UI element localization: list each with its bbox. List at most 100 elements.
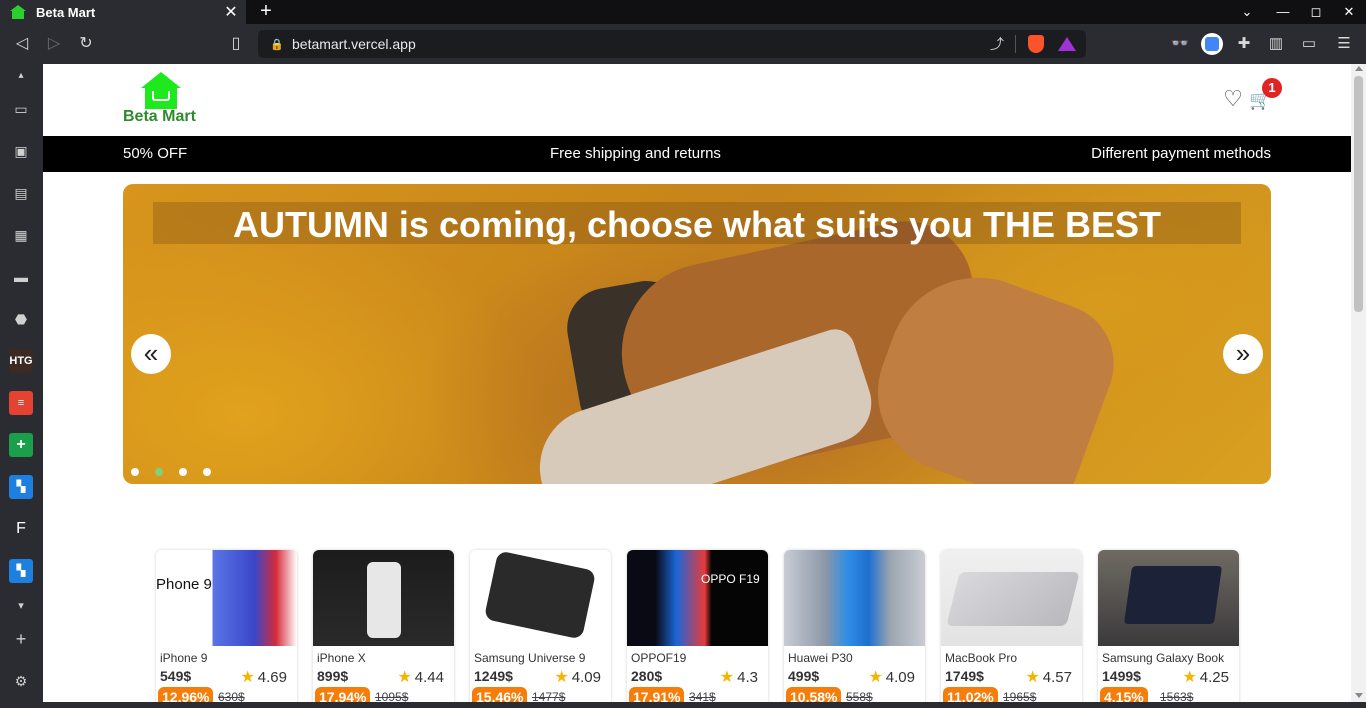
discount-badge: 15.46% xyxy=(472,687,528,702)
site-logo[interactable]: Beta Mart xyxy=(123,72,203,128)
product-image[interactable] xyxy=(470,550,611,646)
incognito-glasses-icon[interactable]: 👓 xyxy=(1169,33,1191,55)
logo-house-cart-icon xyxy=(141,72,181,110)
share-icon[interactable]: ⤴ xyxy=(985,34,1009,54)
minimize-button[interactable]: — xyxy=(1271,0,1295,24)
rating-value: 4.09 xyxy=(571,669,601,686)
sidebar-todoist-icon[interactable]: ≡ xyxy=(9,391,33,415)
scrollbar-thumb[interactable] xyxy=(1354,76,1363,312)
sidebar-video-icon[interactable]: ▭ xyxy=(9,97,33,121)
sidebar-scroll-up-icon[interactable]: ▴ xyxy=(9,64,33,88)
brave-shields-icon[interactable] xyxy=(1028,35,1044,53)
discount-badge: 11.02% xyxy=(943,687,998,702)
carousel-next-button[interactable]: » xyxy=(1223,334,1263,374)
old-price: 630$ xyxy=(218,690,245,702)
sidebar-bookmarks-icon[interactable]: ▤ xyxy=(9,181,33,205)
product-image[interactable] xyxy=(1098,550,1239,646)
rating-value: 4.09 xyxy=(885,669,915,686)
product-price: 280$ xyxy=(631,668,663,684)
product-card[interactable]: OPPO F19 OPPOF19 280$ ★ 4.3 17.91% 341$ xyxy=(627,550,768,702)
product-name[interactable]: iPhone X xyxy=(317,651,366,665)
forward-icon[interactable]: ▷ xyxy=(42,32,66,56)
star-icon: ★ xyxy=(1025,669,1040,686)
old-price: 1965$ xyxy=(1003,690,1037,702)
product-rating: ★ 4.3 xyxy=(720,667,758,687)
star-icon: ★ xyxy=(868,669,883,686)
translate-extension-icon[interactable] xyxy=(1201,33,1223,55)
close-window-button[interactable]: ✕ xyxy=(1337,0,1361,24)
url-text[interactable]: betamart.vercel.app xyxy=(292,36,985,52)
sidebar-htg-icon[interactable]: HTG xyxy=(9,349,33,373)
star-icon: ★ xyxy=(554,669,569,686)
rating-value: 4.69 xyxy=(257,669,287,686)
product-name[interactable]: OPPOF19 xyxy=(631,651,686,665)
sidebar-f-icon[interactable]: F xyxy=(9,517,33,541)
discount-badge: 10.58% xyxy=(786,687,842,702)
product-name[interactable]: Huawei P30 xyxy=(788,651,853,665)
sidebar-sheets-icon[interactable]: + xyxy=(9,433,33,457)
star-icon: ★ xyxy=(397,669,412,686)
product-card[interactable]: Samsung Universe 9 1249$ ★ 4.09 15.46% 14… xyxy=(470,550,611,702)
browser-toolbar: ◁ ▷ ↻ ▯ 🔒 betamart.vercel.app ⤴ 👓 ✚ ▥ ▭ … xyxy=(0,24,1366,64)
product-card[interactable]: Samsung Galaxy Book 1499$ ★ 4.25 4.15% 15… xyxy=(1098,550,1239,702)
maximize-button[interactable]: ◻ xyxy=(1304,0,1328,24)
sidebar-reading-list-icon[interactable]: ▦ xyxy=(9,223,33,247)
product-image[interactable]: OPPO F19 xyxy=(627,550,768,646)
sidebar-app-1-icon[interactable]: ▬ xyxy=(9,265,33,289)
carousel-prev-button[interactable]: « xyxy=(131,334,171,374)
brave-rewards-icon[interactable] xyxy=(1058,37,1076,51)
product-card[interactable]: MacBook Pro 1749$ ★ 4.57 11.02% 1965$ xyxy=(941,550,1082,702)
product-name[interactable]: MacBook Pro xyxy=(945,651,1017,665)
carousel-dot-3[interactable] xyxy=(179,468,187,476)
scroll-up-arrow-icon[interactable] xyxy=(1355,66,1363,71)
tab-close-icon[interactable]: ✕ xyxy=(222,2,240,22)
sidebar-add-icon[interactable]: + xyxy=(9,627,33,651)
extensions-icon[interactable]: ✚ xyxy=(1233,33,1255,55)
sidebar-app-blue-icon[interactable]: ▚ xyxy=(9,475,33,499)
menu-icon[interactable]: ☰ xyxy=(1333,33,1355,55)
page-scrollbar[interactable] xyxy=(1351,64,1366,702)
product-rating: ★ 4.09 xyxy=(554,667,601,687)
product-name[interactable]: Samsung Galaxy Book xyxy=(1102,651,1224,665)
sidebar-settings-icon[interactable]: ⚙ xyxy=(9,669,33,693)
scroll-down-arrow-icon[interactable] xyxy=(1355,693,1363,698)
sidebar-more-icon[interactable]: ▾ xyxy=(9,594,33,618)
product-name[interactable]: Samsung Universe 9 xyxy=(474,651,585,665)
product-image-caption: Phone 9 xyxy=(156,576,212,593)
address-bar[interactable]: 🔒 betamart.vercel.app ⤴ xyxy=(258,30,1086,58)
wallet-icon[interactable]: ▭ xyxy=(1298,33,1320,55)
product-image[interactable] xyxy=(784,550,925,646)
product-image[interactable] xyxy=(313,550,454,646)
new-tab-button[interactable]: + xyxy=(256,0,276,24)
sidebar-toggle-icon[interactable]: ▥ xyxy=(1265,33,1287,55)
product-rating: ★ 4.69 xyxy=(240,667,287,687)
lock-icon[interactable]: 🔒 xyxy=(270,38,284,51)
carousel-dot-2[interactable] xyxy=(155,468,163,476)
product-name[interactable]: iPhone 9 xyxy=(160,651,207,665)
product-image[interactable] xyxy=(941,550,1082,646)
tab-list-icon[interactable]: ⌄ xyxy=(1235,0,1259,24)
product-price: 1499$ xyxy=(1102,668,1141,684)
sidebar-wallet-icon[interactable]: ▣ xyxy=(9,139,33,163)
old-price: 558$ xyxy=(846,690,873,702)
carousel-dot-1[interactable] xyxy=(131,468,139,476)
hero-carousel: AUTUMN is coming, choose what suits you … xyxy=(123,184,1271,484)
reload-icon[interactable]: ↻ xyxy=(74,32,98,56)
bookmark-icon[interactable]: ▯ xyxy=(224,32,248,56)
tab-beta-mart[interactable]: Beta Mart ✕ xyxy=(0,0,246,24)
carousel-dot-4[interactable] xyxy=(203,468,211,476)
wishlist-heart-icon[interactable]: ♡ xyxy=(1222,88,1244,110)
favicon-house-icon xyxy=(10,5,26,19)
sidebar-app-bowtie-icon[interactable]: ⬣ xyxy=(9,307,33,331)
page-viewport: Beta Mart ♡ 🛒 1 50% OFF Free shipping an… xyxy=(43,64,1366,702)
product-price: 1749$ xyxy=(945,668,984,684)
back-icon[interactable]: ◁ xyxy=(10,32,34,56)
product-card[interactable]: iPhone X 899$ ★ 4.44 17.94% 1095$ xyxy=(313,550,454,702)
hero-title: AUTUMN is coming, choose what suits you … xyxy=(232,204,1162,245)
product-image[interactable]: Phone 9 xyxy=(156,550,297,646)
rating-value: 4.3 xyxy=(737,669,758,686)
sidebar-app-blue-2-icon[interactable]: ▚ xyxy=(9,559,33,583)
tab-title: Beta Mart xyxy=(36,4,96,20)
product-card[interactable]: Phone 9 iPhone 9 549$ ★ 4.69 12.96% 630$ xyxy=(156,550,297,702)
product-card[interactable]: Huawei P30 499$ ★ 4.09 10.58% 558$ xyxy=(784,550,925,702)
